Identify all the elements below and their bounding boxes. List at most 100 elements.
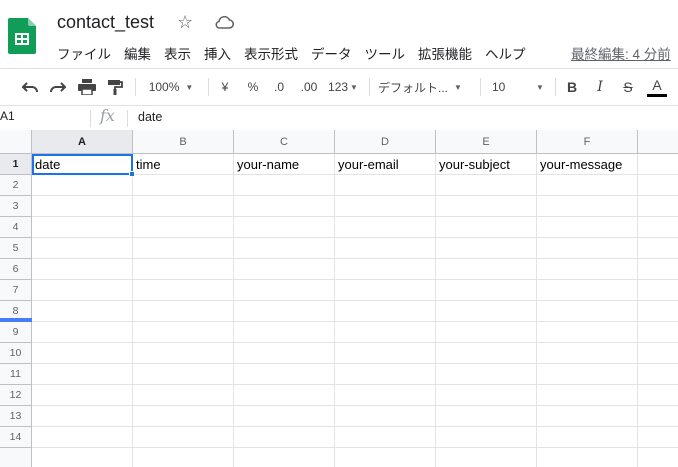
cell[interactable] bbox=[335, 280, 436, 301]
decrease-decimal-button[interactable]: .0 bbox=[268, 72, 290, 102]
cell[interactable] bbox=[436, 448, 537, 467]
cell[interactable] bbox=[133, 322, 234, 343]
cell[interactable] bbox=[32, 385, 133, 406]
cell[interactable] bbox=[436, 406, 537, 427]
cell[interactable]: your-email bbox=[335, 154, 436, 175]
cell[interactable] bbox=[32, 175, 133, 196]
menu-extensions[interactable]: 拡張機能 bbox=[418, 43, 472, 63]
row-header[interactable]: 12 bbox=[0, 385, 32, 406]
cell[interactable] bbox=[436, 196, 537, 217]
row-header[interactable]: 2 bbox=[0, 175, 32, 196]
cell[interactable] bbox=[436, 259, 537, 280]
cell[interactable] bbox=[638, 385, 678, 406]
cell[interactable] bbox=[436, 427, 537, 448]
cell[interactable] bbox=[638, 448, 678, 467]
cell[interactable]: your-subject bbox=[436, 154, 537, 175]
row-header[interactable]: 10 bbox=[0, 343, 32, 364]
cell[interactable] bbox=[32, 406, 133, 427]
redo-icon[interactable] bbox=[46, 72, 70, 102]
paint-format-icon[interactable] bbox=[103, 72, 127, 102]
cell[interactable]: date bbox=[32, 154, 133, 175]
cell[interactable] bbox=[537, 196, 638, 217]
sheets-logo-icon[interactable] bbox=[8, 18, 36, 54]
row-header[interactable] bbox=[0, 448, 32, 467]
cell[interactable] bbox=[32, 448, 133, 467]
cell[interactable] bbox=[32, 217, 133, 238]
cell[interactable] bbox=[133, 259, 234, 280]
column-header[interactable]: F bbox=[537, 130, 638, 154]
cell[interactable] bbox=[436, 175, 537, 196]
cell[interactable] bbox=[537, 385, 638, 406]
column-header[interactable]: C bbox=[234, 130, 335, 154]
cell[interactable] bbox=[234, 343, 335, 364]
cell[interactable] bbox=[335, 217, 436, 238]
column-header[interactable]: B bbox=[133, 130, 234, 154]
menu-insert[interactable]: 挿入 bbox=[204, 43, 231, 63]
cell[interactable] bbox=[436, 385, 537, 406]
cell[interactable] bbox=[537, 259, 638, 280]
cell[interactable] bbox=[32, 238, 133, 259]
cell[interactable] bbox=[234, 427, 335, 448]
row-header[interactable]: 13 bbox=[0, 406, 32, 427]
cell[interactable] bbox=[32, 280, 133, 301]
cell[interactable] bbox=[335, 427, 436, 448]
cell[interactable] bbox=[537, 301, 638, 322]
cell[interactable] bbox=[234, 175, 335, 196]
increase-decimal-button[interactable]: .00 bbox=[296, 72, 322, 102]
menu-format[interactable]: 表示形式 bbox=[244, 43, 298, 63]
cloud-saved-icon[interactable] bbox=[214, 15, 234, 31]
cell[interactable] bbox=[234, 385, 335, 406]
cell[interactable] bbox=[133, 406, 234, 427]
cell[interactable] bbox=[436, 343, 537, 364]
text-color-button[interactable]: A bbox=[646, 72, 668, 102]
cell[interactable] bbox=[335, 301, 436, 322]
cell[interactable] bbox=[32, 259, 133, 280]
menu-edit[interactable]: 編集 bbox=[124, 43, 151, 63]
cell[interactable] bbox=[638, 301, 678, 322]
cell[interactable] bbox=[133, 364, 234, 385]
cell[interactable] bbox=[638, 427, 678, 448]
bold-button[interactable]: B bbox=[562, 72, 582, 102]
row-header[interactable]: 7 bbox=[0, 280, 32, 301]
cell[interactable] bbox=[32, 322, 133, 343]
font-size-select[interactable]: 10 ▼ bbox=[492, 72, 548, 102]
cell[interactable] bbox=[537, 217, 638, 238]
row-header[interactable]: 4 bbox=[0, 217, 32, 238]
cell[interactable] bbox=[133, 217, 234, 238]
cell[interactable] bbox=[335, 343, 436, 364]
cell[interactable] bbox=[234, 448, 335, 467]
cell[interactable] bbox=[32, 427, 133, 448]
cell[interactable] bbox=[335, 196, 436, 217]
cell[interactable] bbox=[537, 280, 638, 301]
row-header[interactable]: 14 bbox=[0, 427, 32, 448]
menu-help[interactable]: ヘルプ bbox=[485, 43, 526, 63]
cell[interactable] bbox=[234, 322, 335, 343]
cell[interactable] bbox=[234, 238, 335, 259]
fill-handle[interactable] bbox=[129, 171, 135, 177]
italic-button[interactable]: I bbox=[590, 72, 610, 102]
percent-format-button[interactable]: % bbox=[244, 72, 262, 102]
cell[interactable] bbox=[436, 217, 537, 238]
spreadsheet-grid[interactable]: ABCDEF 1 2 3 4 5 6 7 8 9 10 11 12 13 14 date time your-… bbox=[0, 130, 678, 467]
cell[interactable] bbox=[335, 238, 436, 259]
undo-icon[interactable] bbox=[18, 72, 42, 102]
formula-input[interactable]: date bbox=[138, 110, 162, 124]
cell[interactable] bbox=[638, 280, 678, 301]
cell[interactable] bbox=[133, 175, 234, 196]
cell[interactable] bbox=[234, 196, 335, 217]
cell[interactable] bbox=[32, 196, 133, 217]
row-header[interactable]: 11 bbox=[0, 364, 32, 385]
menu-tools[interactable]: ツール bbox=[365, 43, 406, 63]
cell[interactable] bbox=[133, 238, 234, 259]
column-header[interactable]: D bbox=[335, 130, 436, 154]
currency-format-button[interactable]: ¥ bbox=[216, 72, 234, 102]
menu-view[interactable]: 表示 bbox=[164, 43, 191, 63]
cell[interactable] bbox=[335, 364, 436, 385]
row-header[interactable]: 9 bbox=[0, 322, 32, 343]
cell[interactable] bbox=[537, 406, 638, 427]
cell[interactable] bbox=[133, 196, 234, 217]
row-header[interactable]: 6 bbox=[0, 259, 32, 280]
cell[interactable] bbox=[638, 406, 678, 427]
name-box[interactable]: A1 bbox=[0, 109, 15, 123]
print-icon[interactable] bbox=[75, 72, 99, 102]
